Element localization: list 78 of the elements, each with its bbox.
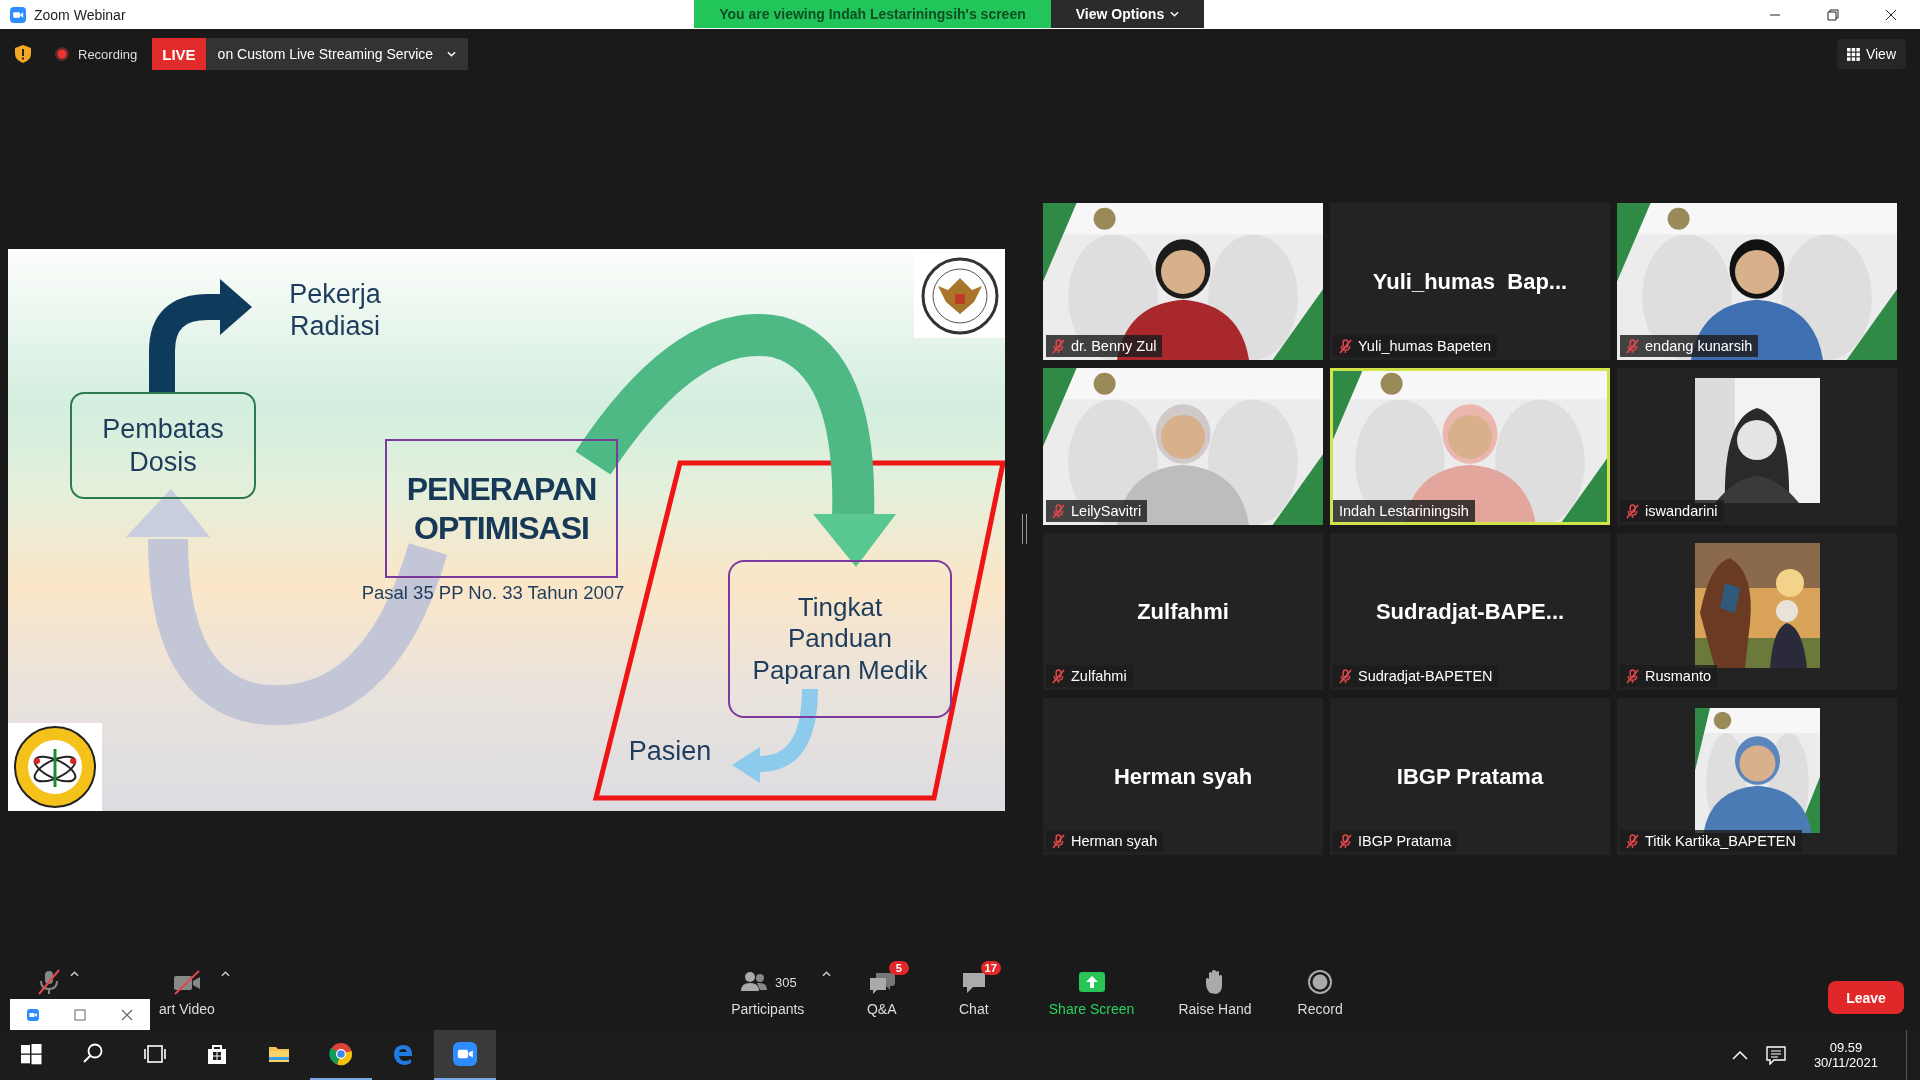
- maximize-icon[interactable]: [74, 1008, 86, 1021]
- diagram-label: Pasien: [627, 734, 713, 768]
- video-tile[interactable]: Rusmanto: [1617, 533, 1897, 690]
- leave-button[interactable]: Leave: [1828, 981, 1904, 1014]
- view-options-button[interactable]: View Options: [1051, 0, 1204, 28]
- participant-name: Indah Lestariningsih: [1339, 503, 1469, 519]
- participant-name: Sudradjat-BAPETEN: [1358, 668, 1493, 684]
- taskbar-app[interactable]: [434, 1030, 496, 1080]
- video-tile[interactable]: LeilySavitri: [1043, 368, 1323, 525]
- view-label: View: [1865, 46, 1896, 62]
- count-badge: 17: [980, 961, 1001, 975]
- splitter-handle[interactable]: [1021, 514, 1027, 544]
- swirl-icon: [391, 1042, 415, 1066]
- live-badge: LIVE: [152, 38, 206, 70]
- qa-button[interactable]: 5 Q&A: [854, 961, 909, 1017]
- close-icon[interactable]: [1885, 8, 1897, 21]
- clock-time[interactable]: 09.59: [1829, 1040, 1863, 1055]
- clock-date[interactable]: 30/11/2021: [1813, 1055, 1878, 1070]
- participant-name: Zulfahmi: [1137, 598, 1229, 625]
- video-tile[interactable]: iswandarini: [1617, 368, 1897, 525]
- record-dot-icon: [54, 46, 70, 62]
- video-tile[interactable]: endang kunarsih: [1617, 203, 1897, 360]
- video-camera-icon: [27, 1008, 40, 1021]
- participant-name: Yuli_humas Bap...: [1372, 268, 1568, 295]
- video-tile[interactable]: Zulfahmi Zulfahmi: [1043, 533, 1323, 690]
- task-view-icon: [143, 1042, 167, 1066]
- video-camera-icon: [453, 1042, 477, 1066]
- participant-name: endang kunarsih: [1645, 338, 1753, 354]
- start-video-button[interactable]: art Video: [159, 969, 215, 1017]
- caret-icon[interactable]: [821, 971, 831, 977]
- participant-name: iswandarini: [1645, 503, 1718, 519]
- participant-name: LeilySavitri: [1071, 503, 1142, 519]
- caret-icon[interactable]: [220, 971, 230, 977]
- diagram-label: Pekerja Radiasi: [288, 277, 382, 343]
- screen-share-banner: You are viewing Indah Lestariningsih's screen: [694, 0, 1051, 28]
- recording-status: Recording: [78, 46, 138, 62]
- raise-hand-button[interactable]: Raise Hand: [1178, 969, 1252, 1017]
- caret-icon: [1170, 11, 1180, 17]
- caret-icon: [447, 51, 457, 57]
- participant-name: Herman syah: [1113, 763, 1253, 790]
- participant-name: dr. Benny Zul: [1071, 338, 1157, 354]
- message-icon[interactable]: [1765, 1045, 1786, 1065]
- chat-button[interactable]: 17 Chat: [946, 961, 1001, 1017]
- restore-icon[interactable]: [1827, 8, 1839, 21]
- participant-name: Herman syah: [1071, 833, 1158, 849]
- browser-icon: [329, 1042, 353, 1066]
- streaming-dropdown[interactable]: on Custom Live Streaming Service: [205, 38, 469, 70]
- diagram-box: Tingkat Panduan Paparan Medik: [728, 560, 952, 718]
- video-tile[interactable]: Indah Lestariningsih: [1330, 368, 1610, 525]
- count-badge: 5: [888, 961, 909, 975]
- participants-button[interactable]: 305 Participants: [719, 969, 816, 1017]
- video-tile[interactable]: Titik Kartika_BAPETEN: [1617, 698, 1897, 855]
- grid-icon: [1846, 47, 1860, 61]
- caret-icon[interactable]: [70, 971, 79, 977]
- view-button[interactable]: View: [1836, 39, 1906, 69]
- participant-name: Sudradjat-BAPE...: [1375, 598, 1565, 625]
- share-screen-button[interactable]: Share Screen: [1048, 969, 1135, 1017]
- diagram-box: Pembatas Dosis: [70, 392, 256, 499]
- participant-name: Yuli_humas Bapeten: [1358, 338, 1491, 354]
- diagram-box: PENERAPAN OPTIMISASI: [385, 439, 618, 578]
- participant-name: Titik Kartika_BAPETEN: [1645, 833, 1796, 849]
- window-title: Zoom Webinar: [34, 6, 126, 23]
- video-tile[interactable]: Sudradjat-BAPE... Sudradjat-BAPETEN: [1330, 533, 1610, 690]
- windows-logo-icon: [19, 1042, 43, 1066]
- video-tile[interactable]: Yuli_humas Bap... Yuli_humas Bapeten: [1330, 203, 1610, 360]
- participant-name: IBGP Pratama: [1396, 763, 1544, 790]
- video-camera-icon: [10, 6, 26, 23]
- record-button[interactable]: Record: [1297, 969, 1343, 1017]
- video-tile[interactable]: Herman syah Herman syah: [1043, 698, 1323, 855]
- regulation-caption: Pasal 35 PP No. 33 Tahun 2007: [360, 580, 626, 605]
- video-tile[interactable]: IBGP Pratama IBGP Pratama: [1330, 698, 1610, 855]
- video-tile[interactable]: dr. Benny Zul: [1043, 203, 1323, 360]
- participant-name: Rusmanto: [1645, 668, 1712, 684]
- shopping-bag-icon: [205, 1042, 229, 1066]
- participant-count: 305: [774, 974, 797, 990]
- participant-name: Zulfahmi: [1071, 668, 1127, 684]
- shield-icon[interactable]: [14, 44, 32, 64]
- participant-name: IBGP Pratama: [1358, 833, 1452, 849]
